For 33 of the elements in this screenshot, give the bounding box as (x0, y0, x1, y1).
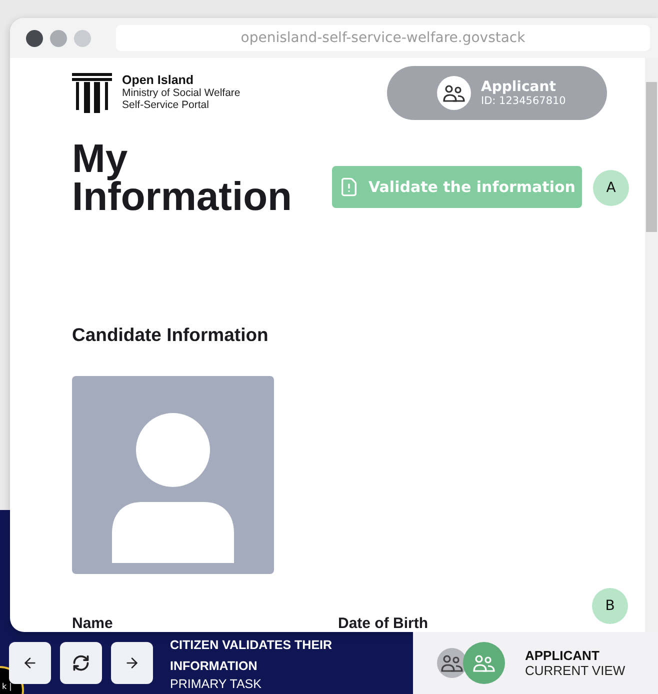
step-marker: B (592, 588, 628, 624)
page-title: My (72, 140, 129, 178)
back-button[interactable] (9, 642, 51, 684)
address-bar[interactable]: openisland-self-service-welfare.govstack (116, 25, 650, 51)
people-icon (443, 83, 465, 103)
arrow-left-icon (22, 655, 38, 671)
arrow-right-icon (124, 655, 140, 671)
scrollbar[interactable] (645, 58, 658, 632)
field-label: Name (72, 615, 114, 632)
field-label: Date of Birth (338, 615, 429, 632)
step-marker: A (593, 170, 629, 206)
user-badge[interactable]: Applicant ID: 1234567810 (387, 66, 607, 120)
user-id: ID: 1234567810 (481, 95, 566, 107)
view-caption: CURRENT VIEW (525, 663, 626, 678)
people-icon (473, 653, 495, 673)
brand-name: Open Island (122, 73, 195, 87)
user-role: Applicant (481, 79, 557, 95)
view-role: APPLICANT (525, 648, 600, 663)
document-alert-icon (338, 177, 359, 197)
validate-button[interactable]: Validate the information (332, 166, 582, 208)
section-heading: Candidate Information (72, 324, 270, 346)
reviewer-avatar[interactable] (437, 648, 467, 678)
task-type: PRIMARY TASK (170, 677, 262, 691)
brand-subtitle: Ministry of Social Welfare (122, 87, 240, 99)
people-icon (441, 653, 463, 673)
task-title: CITIZEN VALIDATES THEIR (170, 637, 332, 654)
refresh-icon (72, 654, 90, 672)
brand-subtitle: Self-Service Portal (122, 99, 210, 111)
badge-label: k | (2, 682, 12, 691)
forward-button[interactable] (111, 642, 153, 684)
pillars-logo-icon (72, 73, 112, 113)
task-title: INFORMATION (170, 658, 258, 675)
refresh-button[interactable] (60, 642, 102, 684)
